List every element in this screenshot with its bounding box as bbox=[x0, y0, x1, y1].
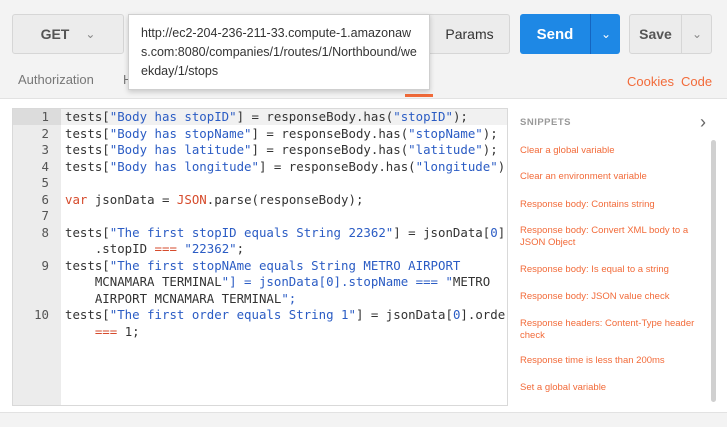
chevron-down-icon: ⌄ bbox=[691, 27, 703, 41]
code-text: AIRPORT MCNAMARA TERMINAL"; bbox=[65, 290, 297, 306]
code-text: .stopID === "22362"; bbox=[65, 241, 245, 256]
line-number: 6 bbox=[41, 191, 49, 207]
snippet-item[interactable]: Response headers: Content-Type header ch… bbox=[520, 318, 704, 342]
send-dropdown[interactable]: ⌄ bbox=[590, 14, 620, 54]
code-text: MCNAMARA TERMINAL"] = jsonData[0].stopNa… bbox=[65, 274, 491, 289]
line-number: 10 bbox=[34, 307, 49, 322]
line-number: 4 bbox=[41, 158, 49, 174]
send-label: Send bbox=[536, 25, 574, 43]
line-number: 3 bbox=[41, 142, 49, 157]
code-text: === 1; bbox=[94, 323, 140, 339]
tests-editor[interactable]: 1 tests["Body has stopID"] = responseBody… bbox=[12, 108, 508, 406]
code-text: tests["The first order equals String 1"]… bbox=[65, 307, 508, 322]
save-dropdown[interactable]: ⌄ bbox=[681, 15, 711, 53]
snippet-item[interactable]: Response time is less than 200ms bbox=[520, 355, 704, 367]
line-number: 5 bbox=[41, 175, 49, 190]
snippets-title: SNIPPETS bbox=[520, 117, 571, 128]
status-bar bbox=[0, 412, 727, 427]
snippet-item[interactable]: Clear an environment variable bbox=[520, 171, 704, 183]
code-text: tests["Body has stopID"] = responseBody.… bbox=[65, 109, 468, 124]
save-button[interactable]: Save ⌄ bbox=[629, 14, 712, 54]
line-number: 2 bbox=[41, 125, 49, 141]
save-label: Save bbox=[639, 26, 672, 42]
url-input[interactable]: http://ec2-204-236-211-33.compute-1.amaz… bbox=[128, 14, 430, 90]
snippet-item[interactable]: Set a global variable bbox=[520, 382, 704, 394]
chevron-down-icon: ⌄ bbox=[600, 27, 612, 41]
code-link[interactable]: Code bbox=[681, 74, 712, 89]
chevron-right-icon[interactable]: › bbox=[700, 112, 706, 133]
active-tab-indicator bbox=[405, 94, 433, 97]
method-label: GET bbox=[40, 26, 70, 42]
tab-authorization[interactable]: Authorization bbox=[18, 72, 94, 87]
code-text: tests["The first stopID equals String 22… bbox=[65, 224, 506, 240]
line-number: 9 bbox=[41, 257, 49, 273]
chevron-down-icon: ⌄ bbox=[85, 27, 96, 41]
snippets-scrollbar[interactable] bbox=[711, 140, 716, 402]
line-number: 7 bbox=[41, 208, 49, 223]
snippet-item[interactable]: Response body: JSON value check bbox=[520, 291, 704, 303]
line-number: 1 bbox=[41, 109, 49, 124]
params-label: Params bbox=[445, 26, 494, 42]
snippet-item[interactable]: Clear a global variable bbox=[520, 145, 704, 157]
method-select[interactable]: GET ⌄ bbox=[12, 14, 124, 54]
snippet-item[interactable]: Response body: Contains string bbox=[520, 199, 704, 211]
snippet-item[interactable]: Response body: Convert XML body to a JSO… bbox=[520, 225, 704, 249]
code-text: var jsonData = JSON.parse(responseBody); bbox=[65, 191, 364, 207]
snippet-item[interactable]: Response body: Is equal to a string bbox=[520, 264, 704, 276]
code-text: tests["Body has latitude"] = responseBod… bbox=[65, 142, 498, 157]
send-button[interactable]: Send ⌄ bbox=[520, 14, 620, 54]
code-text: tests["The first stopNAme equals String … bbox=[65, 257, 461, 273]
snippets-panel: SNIPPETS › Clear a global variable Clear… bbox=[508, 108, 727, 406]
cookies-link[interactable]: Cookies bbox=[627, 74, 674, 89]
params-button[interactable]: Params bbox=[430, 14, 510, 54]
code-text: tests["Body has longitude"] = responseBo… bbox=[65, 158, 507, 174]
line-number: 8 bbox=[41, 224, 49, 240]
code-text: tests["Body has stopName"] = responseBod… bbox=[65, 125, 498, 141]
